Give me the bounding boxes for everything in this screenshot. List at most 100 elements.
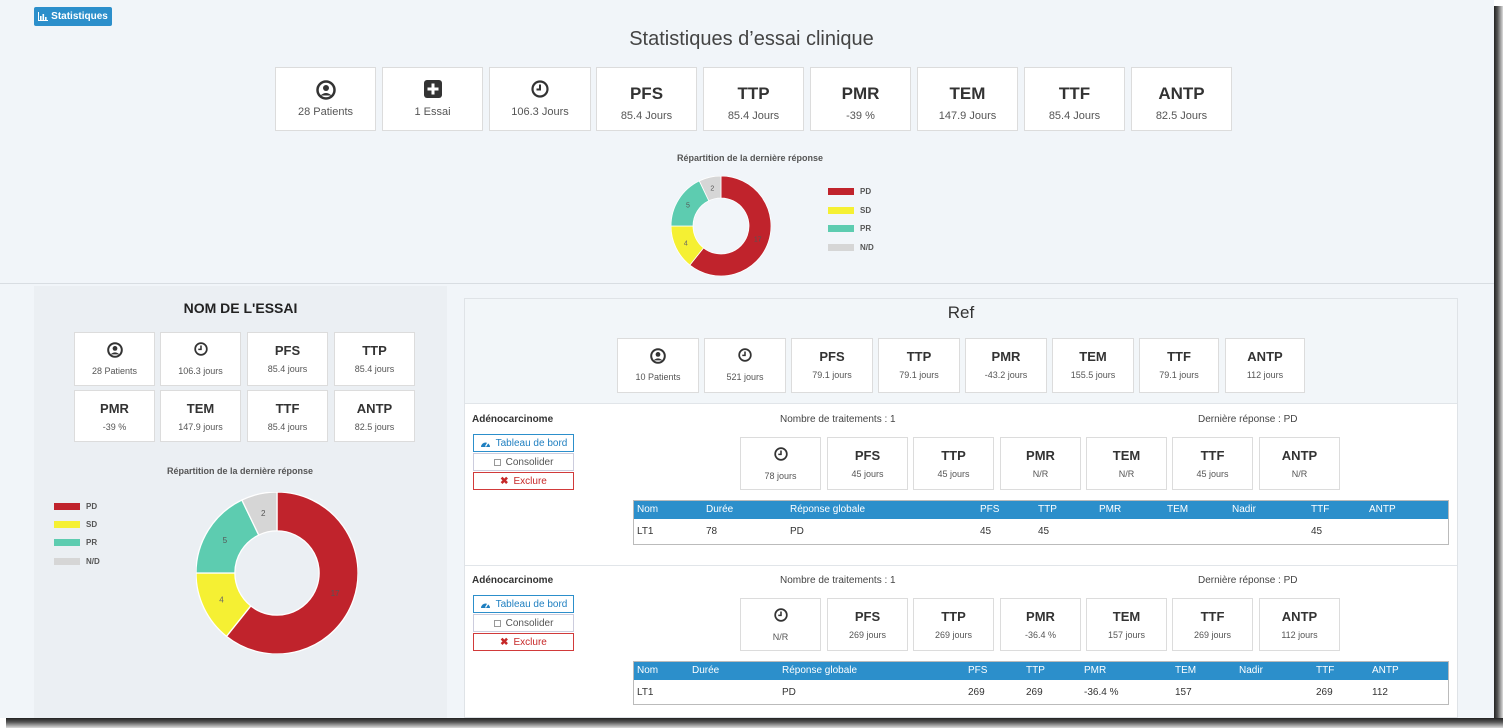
tableau-de-bord-button[interactable]: Tableau de bord: [473, 595, 574, 613]
legend-label: N/D: [860, 243, 874, 252]
patient-diagnosis: Adénocarcinome: [472, 414, 554, 425]
consolider-label: Consolider: [505, 456, 554, 468]
metric-label: TEM: [1112, 448, 1141, 463]
legend-label: N/D: [86, 557, 100, 566]
metric-label: TTF: [1200, 609, 1225, 624]
donut-data-label: 17: [754, 236, 762, 243]
table-header: Nom Durée Réponse globale PFS TTP PMR TE…: [634, 662, 1448, 680]
bar-chart-icon: [38, 12, 49, 21]
metric-value: -39 %: [846, 110, 875, 122]
section-divider: [0, 283, 1494, 284]
table-cell: 269: [968, 687, 985, 698]
trial-metric-box: ANTP 82.5 jours: [334, 390, 415, 442]
exclure-label: Exclure: [513, 636, 547, 648]
patient-last-response: Dernière réponse : PD: [1198, 575, 1298, 586]
summary-patients-value: 28 Patients: [297, 106, 354, 118]
donut-data-label: 5: [223, 536, 228, 545]
column-header: Réponse globale: [790, 504, 866, 515]
metric-value: 82.5 jours: [354, 422, 395, 432]
table-cell: 112: [1372, 687, 1388, 698]
patient-separator: [465, 565, 1457, 566]
table-cell: 78: [706, 526, 718, 537]
table-cell: 269: [1026, 687, 1043, 698]
table-cell: -36.4 %: [1084, 687, 1119, 698]
trial-metric-box: TTF 85.4 jours: [247, 390, 328, 442]
column-header: TTP: [1038, 504, 1057, 515]
column-header: Nadir: [1239, 665, 1263, 676]
metric-value: 147.9 jours: [178, 422, 223, 432]
table-cell: 45: [1311, 526, 1323, 537]
ref-metric-box: PFS 79.1 jours: [791, 338, 873, 393]
table-row[interactable]: LT1 PD 269 269 -36.4 % 157 269 112: [634, 684, 1448, 702]
patient-metric-box: TTP 45 jours: [913, 437, 994, 490]
metric-label: TTF: [1200, 448, 1225, 463]
consolider-checkbox[interactable]: Consolider: [473, 453, 574, 471]
column-header: PMR: [1084, 665, 1107, 676]
chart-title: Répartition de la dernière réponse: [166, 466, 314, 476]
metric-value: 85.4 jours: [267, 422, 308, 432]
consolider-checkbox[interactable]: Consolider: [473, 614, 574, 632]
table-cell: 45: [1038, 526, 1050, 537]
metric-value: 85.4 jours: [267, 364, 308, 374]
table-cell: PD: [782, 687, 796, 698]
metric-value: 269 jours: [934, 630, 973, 640]
checkbox-box[interactable]: [493, 458, 501, 466]
metric-label: TEM: [186, 401, 215, 416]
table-cell: PD: [790, 526, 804, 537]
column-header: Durée: [692, 665, 720, 676]
column-header: TTP: [1026, 665, 1045, 676]
checkbox-box[interactable]: [493, 619, 501, 627]
plus-square-icon: [423, 80, 442, 98]
donut-data-label: 4: [684, 240, 688, 247]
consolider-label: Consolider: [505, 617, 554, 629]
metric-value: 147.9 Jours: [938, 110, 997, 122]
summary-essai-value: 1 Essai: [414, 106, 451, 118]
ref-metric-box: TTP 79.1 jours: [878, 338, 960, 393]
patient-treatments: Nombre de traitements : 1: [780, 575, 896, 586]
table-cell: LT1: [637, 687, 654, 698]
close-icon: ✖: [500, 475, 509, 487]
exclure-label: Exclure: [513, 475, 547, 487]
column-header: Nom: [637, 504, 659, 515]
metric-value: 45 jours: [1196, 469, 1229, 479]
metric-value: 85.4 Jours: [727, 110, 780, 122]
ref-header-separator: [465, 403, 1457, 404]
metric-label: PMR: [991, 349, 1021, 364]
donut-data-label: 2: [261, 509, 266, 518]
legend-item: PD: [828, 187, 871, 196]
donut-chart-global: 17 4 5 2: [671, 176, 771, 276]
legend-item: SD: [828, 206, 871, 215]
table-row[interactable]: LT1 78 PD 45 45 45: [634, 523, 1448, 541]
clock-icon: [773, 447, 788, 461]
patient-diagnosis: Adénocarcinome: [472, 575, 554, 586]
legend-label: PR: [86, 538, 98, 547]
patient-metric-box: TEM 157 jours: [1086, 598, 1167, 651]
summary-metric-box: PMR -39 %: [810, 67, 911, 131]
table-cell: 45: [980, 526, 992, 537]
metric-label: TEM: [949, 84, 986, 103]
legend-label: PR: [860, 224, 872, 233]
ref-metric-box: PMR -43.2 jours: [965, 338, 1047, 393]
ref-metric-box: ANTP 112 jours: [1225, 338, 1305, 393]
user-icon: [650, 348, 666, 364]
patient-duration-box: N/R: [740, 598, 821, 651]
metric-value: -43.2 jours: [984, 370, 1028, 380]
column-header: ANTP: [1369, 504, 1396, 515]
trial-duration-box: 106.3 jours: [160, 332, 241, 386]
column-header: Durée: [706, 504, 734, 515]
legend-item: N/D: [54, 557, 100, 566]
metric-value: -36.4 %: [1024, 630, 1057, 640]
exclure-button[interactable]: ✖ Exclure: [473, 633, 574, 651]
metric-value: -39 %: [102, 422, 127, 432]
statistiques-button[interactable]: Statistiques: [34, 7, 112, 26]
page-title: Statistiques d’essai clinique: [629, 28, 874, 50]
tableau-de-bord-button[interactable]: Tableau de bord: [473, 434, 574, 452]
metric-label: ANTP: [1281, 609, 1318, 624]
patient-duration-value: 78 jours: [764, 471, 797, 481]
donut-data-label: 2: [710, 185, 714, 192]
patient-treatments: Nombre de traitements : 1: [780, 414, 896, 425]
tableau-de-bord-label: Tableau de bord: [495, 598, 568, 610]
exclure-button[interactable]: ✖ Exclure: [473, 472, 574, 490]
metric-label: PMR: [1026, 448, 1055, 463]
legend-label: SD: [860, 206, 872, 215]
